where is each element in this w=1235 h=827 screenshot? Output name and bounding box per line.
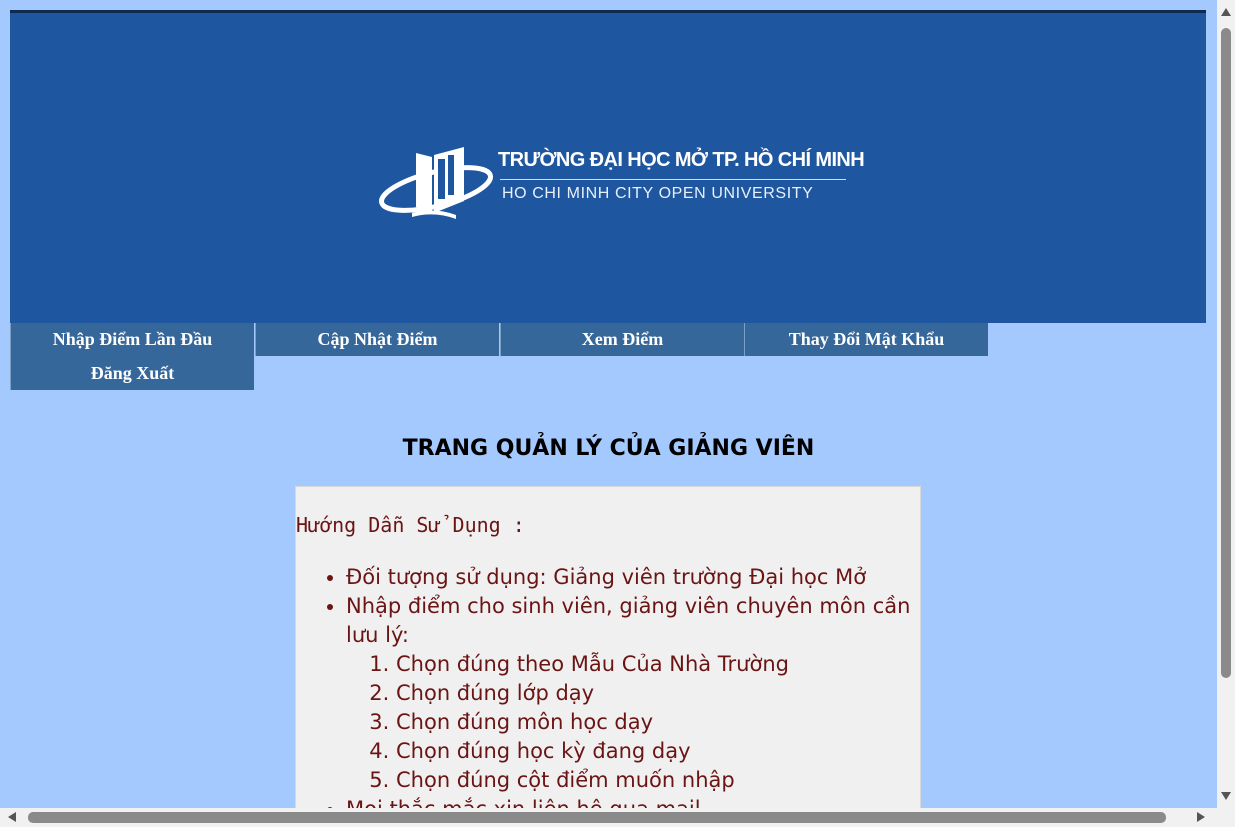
list-item: Chọn đúng môn học dạy <box>396 708 916 737</box>
page-title: TRANG QUẢN LÝ CỦA GIẢNG VIÊN <box>402 436 815 461</box>
open-book-logo-icon <box>379 147 493 219</box>
list-item: Chọn đúng học kỳ đang dạy <box>396 737 916 766</box>
list-item: Nhập điểm cho sinh viên, giảng viên chuy… <box>346 592 916 795</box>
vertical-scroll-thumb[interactable] <box>1221 28 1231 678</box>
scroll-down-arrow-icon[interactable] <box>1221 792 1231 800</box>
nav-item-thay-doi-mat-khau[interactable]: Thay Đổi Mật Khẩu <box>744 323 988 356</box>
list-item: Đối tượng sử dụng: Giảng viên trường Đại… <box>346 563 916 592</box>
usage-steps-list: Chọn đúng theo Mẫu Của Nhà Trường Chọn đ… <box>346 650 916 795</box>
scroll-right-arrow-icon[interactable] <box>1197 812 1205 822</box>
list-item-text: Nhập điểm cho sinh viên, giảng viên chuy… <box>346 594 911 647</box>
header-banner: TRƯỜNG ĐẠI HỌC MỞ TP. HỒ CHÍ MINH HO CHI… <box>10 10 1206 323</box>
horizontal-scrollbar[interactable] <box>0 808 1217 827</box>
scroll-left-arrow-icon[interactable] <box>8 812 16 822</box>
list-item: Chọn đúng lớp dạy <box>396 679 916 708</box>
usage-guide-list: Đối tượng sử dụng: Giảng viên trường Đại… <box>296 563 916 808</box>
nav-item-nhap-diem-lan-dau[interactable]: Nhập Điểm Lần Đầu <box>10 323 254 356</box>
nav-item-dang-xuat[interactable]: Đăng Xuất <box>10 356 254 390</box>
university-logo[interactable]: TRƯỜNG ĐẠI HỌC MỞ TP. HỒ CHÍ MINH HO CHI… <box>376 141 865 221</box>
page-viewport: TRƯỜNG ĐẠI HỌC MỞ TP. HỒ CHÍ MINH HO CHI… <box>0 0 1217 808</box>
scrollbar-corner <box>1217 808 1235 827</box>
nav-item-xem-diem[interactable]: Xem Điểm <box>500 323 744 356</box>
list-item: Chọn đúng theo Mẫu Của Nhà Trường <box>396 650 916 679</box>
list-item: Chọn đúng cột điểm muốn nhập <box>396 766 916 795</box>
nav-item-cap-nhat-diem[interactable]: Cập Nhật Điểm <box>255 323 499 356</box>
vertical-scrollbar[interactable] <box>1217 0 1235 808</box>
scroll-up-arrow-icon[interactable] <box>1221 8 1231 16</box>
usage-guide-heading: Hướng Dẫn Sử Dụng : <box>296 513 525 537</box>
logo-school-name-vi: TRƯỜNG ĐẠI HỌC MỞ TP. HỒ CHÍ MINH <box>498 149 865 171</box>
horizontal-scroll-thumb[interactable] <box>28 812 1166 823</box>
logo-school-name-en: HO CHI MINH CITY OPEN UNIVERSITY <box>502 185 814 202</box>
usage-guide-panel: Hướng Dẫn Sử Dụng : Đối tượng sử dụng: G… <box>295 486 921 808</box>
logo-divider <box>500 179 846 180</box>
list-item: Mọi thắc mắc xin liên hệ qua mail <box>346 795 916 808</box>
